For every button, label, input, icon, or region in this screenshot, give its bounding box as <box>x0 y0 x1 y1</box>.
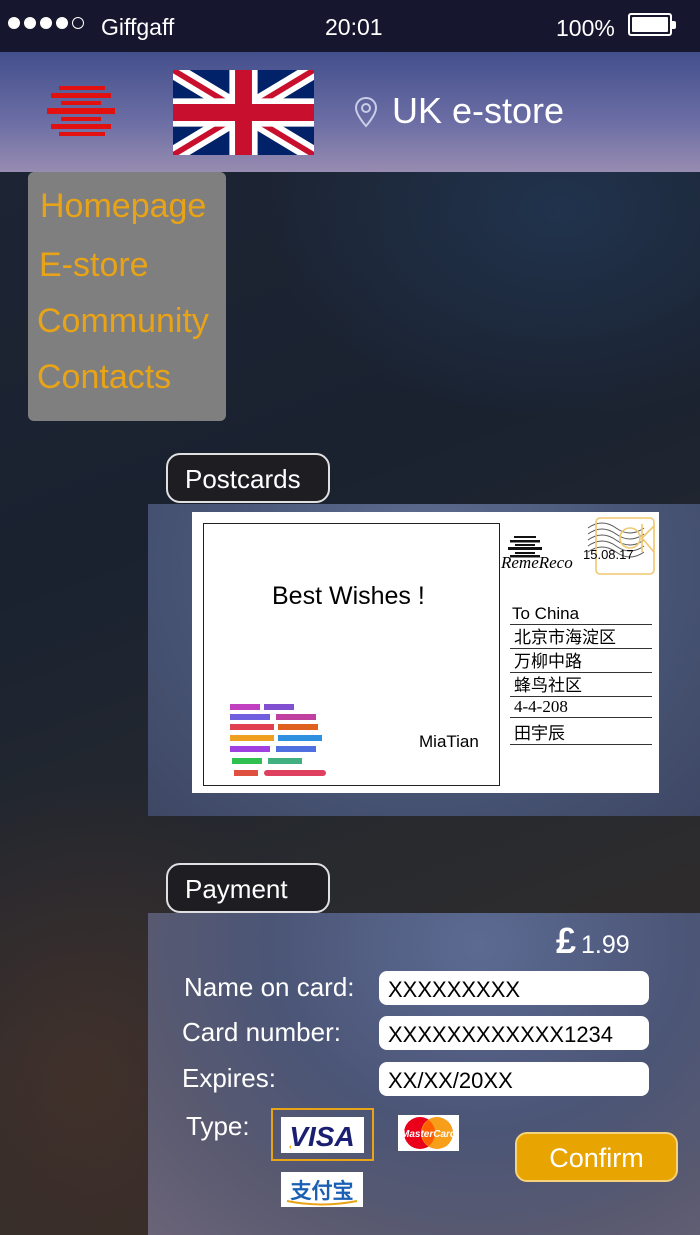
uk-flag-icon <box>173 70 314 155</box>
card-number-field[interactable]: XXXXXXXXXXXX1234 <box>379 1016 649 1050</box>
address-line-6: 田宇辰 <box>510 719 652 745</box>
visa-logo-text: VISA <box>289 1121 354 1152</box>
alipay-option[interactable]: 支付宝 <box>281 1172 363 1207</box>
name-on-card-label: Name on card: <box>184 972 355 1002</box>
price-display: £1.99 <box>556 920 630 962</box>
alipay-logo-icon: 支付宝 <box>286 1179 358 1206</box>
expires-label: Expires: <box>182 1063 276 1093</box>
store-title: UK e-store <box>392 90 565 131</box>
mastercard-option[interactable]: MasterCard <box>398 1115 459 1151</box>
visa-logo-icon: VISA <box>289 1121 355 1152</box>
confirm-button[interactable]: Confirm <box>515 1132 678 1182</box>
nav-item-community[interactable]: Community <box>37 302 209 341</box>
nav-menu: Homepage E-store Community Contacts <box>28 172 226 421</box>
payment-section-label[interactable]: Payment <box>166 863 330 913</box>
menu-logo-icon[interactable] <box>47 86 115 138</box>
currency-symbol: £ <box>556 920 577 961</box>
status-time: 20:01 <box>325 14 383 40</box>
mastercard-logo-icon: MasterCard <box>401 1117 457 1149</box>
card-number-label: Card number: <box>182 1017 341 1047</box>
mastercard-logo-text: MasterCard <box>401 1129 457 1140</box>
stamp-date: 15.08.17 <box>583 547 634 562</box>
address-line-2: 北京市海淀区 <box>510 623 652 649</box>
address-line-5: 4-4-208 <box>510 697 652 718</box>
nav-item-contacts[interactable]: Contacts <box>37 358 171 397</box>
message-area: Best Wishes ! MiaTian <box>203 523 500 786</box>
status-bar: Giffgaff 20:01 100% <box>0 0 700 52</box>
postcard-preview[interactable]: Best Wishes ! MiaTian RemeReco 15.08.17 … <box>192 512 659 793</box>
alipay-logo-text: 支付宝 <box>291 1179 354 1203</box>
location-pin-icon <box>354 96 378 128</box>
postcards-section-label[interactable]: Postcards <box>166 453 330 503</box>
nav-item-homepage[interactable]: Homepage <box>40 187 206 226</box>
app-header: UK e-store <box>0 52 700 172</box>
postcard-signature: MiaTian <box>419 732 479 751</box>
signal-strength-icon <box>8 17 84 29</box>
battery-percentage: 100% <box>556 15 615 41</box>
expires-field[interactable]: XX/XX/20XX <box>379 1062 649 1096</box>
stamp-brand: RemeReco <box>501 553 573 572</box>
postcard-message: Best Wishes ! <box>272 582 425 610</box>
address-line-1: To China <box>510 604 652 625</box>
price-amount: 1.99 <box>581 931 630 959</box>
address-line-3: 万柳中路 <box>510 647 652 673</box>
visa-option[interactable]: VISA <box>271 1108 374 1161</box>
card-type-label: Type: <box>186 1111 250 1141</box>
battery-icon <box>628 13 676 36</box>
name-on-card-field[interactable]: XXXXXXXXX <box>379 971 649 1005</box>
carrier-name: Giffgaff <box>101 14 175 40</box>
address-line-4: 蜂鸟社区 <box>510 671 652 697</box>
nav-item-e-store[interactable]: E-store <box>39 246 149 285</box>
qr-code-icon <box>230 704 326 776</box>
